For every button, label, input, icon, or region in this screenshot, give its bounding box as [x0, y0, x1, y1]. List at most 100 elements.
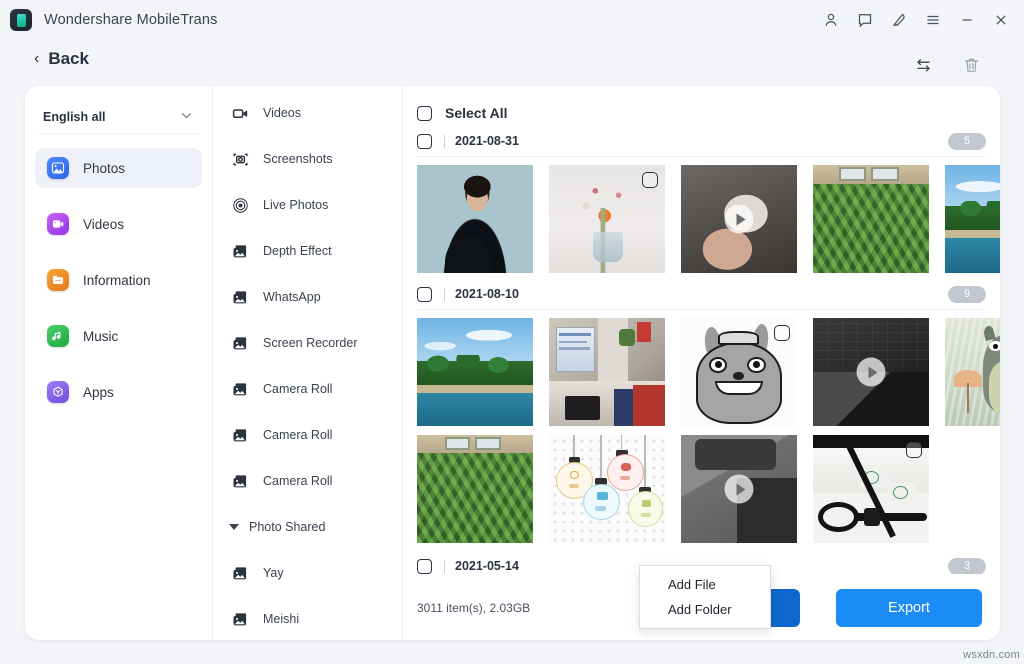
export-button[interactable]: Export: [836, 589, 982, 627]
category-item-whatsapp[interactable]: WhatsApp: [213, 282, 402, 312]
feedback-chat-icon[interactable]: [848, 3, 882, 37]
divider: [444, 135, 445, 148]
category-item-screenshots[interactable]: Screenshots: [213, 144, 402, 174]
language-select[interactable]: English all: [39, 100, 198, 134]
back-button[interactable]: ‹ Back: [34, 49, 89, 69]
category-label: WhatsApp: [263, 290, 321, 304]
divider: [444, 288, 445, 301]
group-date-label: 2021-08-31: [455, 134, 519, 148]
category-label: Videos: [263, 106, 301, 120]
sidebar-item-label: Apps: [83, 385, 114, 400]
album-icon: [231, 426, 249, 444]
category-group-photo-shared[interactable]: Photo Shared: [213, 512, 402, 542]
category-item-camera-roll-2[interactable]: Camera Roll: [213, 420, 402, 450]
caret-down-icon: [229, 524, 239, 530]
menu-item-add-folder[interactable]: Add Folder: [640, 597, 770, 622]
sidebar-list: Photos Videos Information: [25, 148, 212, 412]
minimize-icon[interactable]: [950, 3, 984, 37]
videos-icon: [47, 213, 69, 235]
group-checkbox[interactable]: [417, 134, 432, 149]
sidebar-item-music[interactable]: Music: [35, 316, 202, 356]
thumbnail-checkbox[interactable]: [642, 172, 658, 188]
category-item-live-photos[interactable]: Live Photos: [213, 190, 402, 220]
category-item-camera-roll-3[interactable]: Camera Roll: [213, 466, 402, 496]
mobiletrans-logo-icon: [10, 9, 32, 31]
category-label: Camera Roll: [263, 428, 332, 442]
edit-pen-icon[interactable]: [882, 3, 916, 37]
select-all-checkbox[interactable]: [417, 106, 432, 121]
category-label: Live Photos: [263, 198, 328, 212]
live-photo-icon: [231, 196, 249, 214]
import-dropdown-menu: Add File Add Folder: [639, 565, 771, 629]
sidebar-item-label: Information: [83, 273, 151, 288]
thumbnail-totoro-sketch[interactable]: [681, 318, 797, 426]
thumbnail-office-desk[interactable]: [549, 318, 665, 426]
category-item-screen-recorder[interactable]: Screen Recorder: [213, 328, 402, 358]
thumbnail-tropical-beach-2[interactable]: [417, 318, 533, 426]
thumbnail-row: [403, 426, 1000, 543]
thumbnail-flower-vase[interactable]: [549, 165, 665, 273]
thumbnail-keyboard-video[interactable]: [813, 318, 929, 426]
window-controls: [814, 0, 1018, 40]
title-bar: Wondershare MobileTrans: [0, 0, 1024, 40]
delete-trash-icon[interactable]: [958, 52, 984, 78]
group-checkbox[interactable]: [417, 559, 432, 574]
category-label: Depth Effect: [263, 244, 332, 258]
album-icon: [231, 472, 249, 490]
sidebar: English all Photos Videos: [25, 86, 213, 640]
thumbnail-row: [403, 157, 1000, 273]
category-item-videos[interactable]: Videos: [213, 98, 402, 128]
select-all-row: Select All: [403, 86, 1000, 126]
language-label: English all: [43, 110, 106, 124]
group-count-badge: 3: [948, 558, 986, 575]
album-icon: [231, 380, 249, 398]
menu-hamburger-icon[interactable]: [916, 3, 950, 37]
date-group-header: 2021-08-10 9: [403, 279, 1000, 309]
thumbnail-grey-device-video[interactable]: [681, 435, 797, 543]
transfer-swap-icon[interactable]: [910, 52, 936, 78]
sidebar-item-photos[interactable]: Photos: [35, 148, 202, 188]
divider: [444, 560, 445, 573]
thumbnail-green-ivy-wall[interactable]: [813, 165, 929, 273]
thumbnail-tropical-beach[interactable]: [945, 165, 1000, 273]
category-label: Photo Shared: [249, 520, 325, 534]
sidebar-item-label: Videos: [83, 217, 124, 232]
screenshot-icon: [231, 150, 249, 168]
album-icon: [231, 288, 249, 306]
thumbnail-infographic[interactable]: [549, 435, 665, 543]
thumbnail-portrait-man[interactable]: [417, 165, 533, 273]
thumbnail-checkbox[interactable]: [774, 325, 790, 341]
category-label: Camera Roll: [263, 474, 332, 488]
account-icon[interactable]: [814, 3, 848, 37]
thumbnail-checkbox[interactable]: [906, 442, 922, 458]
category-item-camera-roll-1[interactable]: Camera Roll: [213, 374, 402, 404]
category-item-yay[interactable]: Yay: [213, 558, 402, 588]
thumbnail-green-ivy-wall-2[interactable]: [417, 435, 533, 543]
category-item-depth-effect[interactable]: Depth Effect: [213, 236, 402, 266]
sidebar-item-videos[interactable]: Videos: [35, 204, 202, 244]
menu-item-add-file[interactable]: Add File: [640, 572, 770, 597]
category-label: Meishi: [263, 612, 299, 626]
main-card: English all Photos Videos: [25, 86, 1000, 640]
sidebar-item-information[interactable]: Information: [35, 260, 202, 300]
thumbnail-row: [403, 310, 1000, 426]
play-icon: [725, 475, 754, 504]
category-item-meishi[interactable]: Meishi: [213, 604, 402, 634]
watermark: wsxdn.com: [963, 649, 1020, 661]
close-icon[interactable]: [984, 3, 1018, 37]
thumbnail-cable-shelf[interactable]: [813, 435, 929, 543]
thumbnail-totoro-watercolor[interactable]: [945, 318, 1000, 426]
play-icon: [857, 358, 886, 387]
category-label: Camera Roll: [263, 382, 332, 396]
app-title: Wondershare MobileTrans: [44, 12, 218, 28]
category-label: Screenshots: [263, 152, 332, 166]
select-all-label: Select All: [445, 105, 508, 121]
apps-icon: [47, 381, 69, 403]
album-icon: [231, 242, 249, 260]
sidebar-item-apps[interactable]: Apps: [35, 372, 202, 412]
sidebar-item-label: Music: [83, 329, 118, 344]
group-checkbox[interactable]: [417, 287, 432, 302]
thumbnail-airpods-video[interactable]: [681, 165, 797, 273]
chevron-down-icon: [181, 111, 192, 122]
date-group-header: 2021-08-31 5: [403, 126, 1000, 156]
